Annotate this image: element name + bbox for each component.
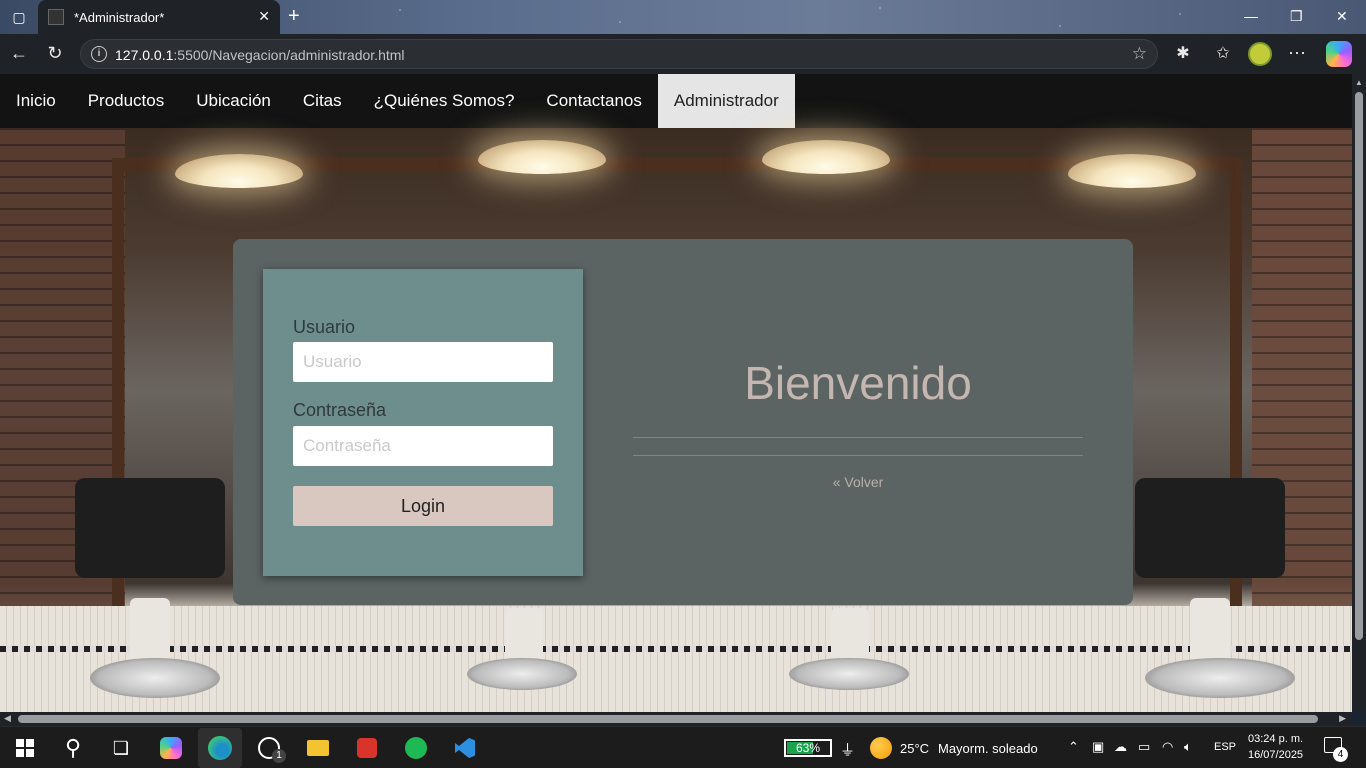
favorite-star-icon[interactable]: ☆ [1132, 44, 1147, 64]
restore-icon[interactable]: ❐ [1290, 8, 1303, 25]
username-input[interactable] [293, 342, 553, 382]
new-tab-icon[interactable]: + [288, 5, 300, 28]
vertical-scrollbar[interactable]: ▲ [1352, 74, 1366, 712]
page-viewport: Inicio Productos Ubicación Citas ¿Quiéne… [0, 74, 1352, 712]
nav-productos[interactable]: Productos [72, 74, 181, 128]
browser-tab-strip: ▢ *Administrador* ✕ + — ❐ ✕ [0, 0, 1366, 34]
nav-inicio[interactable]: Inicio [0, 74, 72, 128]
scroll-right-icon[interactable]: ▶ [1339, 713, 1346, 724]
back-link[interactable]: « Volver [633, 474, 1083, 490]
battery-indicator[interactable]: 63% [784, 739, 832, 757]
favorites-icon[interactable]: ✩ [1212, 43, 1234, 63]
refresh-icon[interactable]: ↻ [44, 43, 66, 64]
ceiling-lamp [175, 154, 303, 188]
windows-taskbar: ⚲ ❏ 1 63% ⏚ 25°C Mayorm. soleado ⌃ ▣ ☁ ▭… [0, 726, 1366, 768]
vscode-icon[interactable] [452, 735, 478, 761]
system-clock[interactable]: 03:24 p. m. 16/07/2025 [1248, 731, 1303, 763]
back-icon[interactable]: ← [8, 43, 30, 64]
ceiling-lamp [1068, 154, 1196, 188]
whatsapp-icon[interactable]: 1 [256, 735, 286, 763]
login-form-panel: Usuario Contraseña Login [263, 269, 583, 576]
tab-title: *Administrador* [74, 9, 165, 25]
login-card: Usuario Contraseña Login Bienvenido « Vo… [233, 239, 1133, 605]
weather-description[interactable]: Mayorm. soleado [938, 741, 1038, 756]
password-label: Contraseña [293, 400, 387, 420]
weather-sun-icon[interactable] [870, 737, 892, 759]
language-indicator[interactable]: ESP [1214, 741, 1236, 753]
browser-toolbar: ← ↻ i 127.0.0.1:5500/Navegacion/administ… [0, 34, 1366, 74]
horizontal-scroll-thumb[interactable] [18, 715, 1318, 723]
site-navigation: Inicio Productos Ubicación Citas ¿Quiéne… [0, 74, 1352, 128]
ceiling-lamp [762, 140, 890, 174]
copilot-taskbar-icon[interactable] [158, 735, 184, 761]
horizontal-scrollbar[interactable]: ◀ ▶ [0, 712, 1352, 726]
minimize-icon[interactable]: — [1244, 8, 1258, 24]
password-input[interactable] [293, 426, 553, 466]
nav-quienes-somos[interactable]: ¿Quiénes Somos? [358, 74, 531, 128]
nav-contactanos[interactable]: Contactanos [530, 74, 657, 128]
charging-plug-icon: ⏚ [840, 742, 856, 759]
floor-border [0, 646, 1352, 652]
search-icon[interactable]: ⚲ [60, 735, 86, 761]
close-window-icon[interactable]: ✕ [1336, 8, 1348, 25]
login-button[interactable]: Login [293, 486, 553, 526]
scroll-left-icon[interactable]: ◀ [4, 713, 11, 724]
task-view-icon[interactable]: ❏ [108, 735, 134, 761]
onedrive-cloud-icon[interactable]: ☁ [1114, 739, 1127, 755]
whatsapp-badge: 1 [272, 749, 286, 763]
nav-citas[interactable]: Citas [287, 74, 358, 128]
welcome-heading: Bienvenido [744, 357, 972, 409]
spotify-icon[interactable] [403, 735, 429, 761]
battery-tray-icon[interactable]: ▭ [1138, 739, 1150, 755]
tab-favicon-icon [48, 9, 64, 25]
address-bar[interactable]: i 127.0.0.1:5500/Navegacion/administrado… [80, 39, 1158, 69]
profile-avatar[interactable] [1248, 42, 1272, 66]
close-tab-icon[interactable]: ✕ [258, 8, 270, 25]
notification-count-badge: 4 [1333, 747, 1348, 762]
clock-date: 16/07/2025 [1248, 749, 1304, 761]
reader-app-icon[interactable] [354, 735, 380, 761]
temperature[interactable]: 25°C [900, 741, 929, 756]
url-text[interactable]: 127.0.0.1:5500/Navegacion/administrador.… [115, 47, 405, 63]
nav-ubicacion[interactable]: Ubicación [180, 74, 287, 128]
edge-browser-icon[interactable] [198, 728, 242, 768]
copilot-icon[interactable] [1326, 41, 1352, 67]
wifi-icon[interactable]: ◠ [1162, 739, 1173, 755]
tab-actions-icon[interactable]: ▢ [9, 8, 29, 26]
nav-administrador[interactable]: Administrador [657, 74, 795, 128]
browser-tab[interactable]: *Administrador* ✕ [38, 0, 280, 34]
username-label: Usuario [293, 317, 356, 337]
file-explorer-icon[interactable] [305, 735, 331, 761]
more-menu-icon[interactable]: ⋯ [1286, 43, 1308, 64]
vertical-scroll-thumb[interactable] [1355, 92, 1363, 640]
show-hidden-icons-icon[interactable]: ⌃ [1068, 739, 1079, 755]
extensions-icon[interactable]: ✱ [1172, 43, 1194, 63]
scroll-up-icon[interactable]: ▲ [1355, 78, 1363, 87]
windows-start-icon[interactable] [12, 735, 38, 761]
volume-icon[interactable]: 🔈︎ [1184, 739, 1192, 755]
meet-now-icon[interactable]: ▣ [1092, 739, 1104, 755]
clock-time: 03:24 p. m. [1248, 733, 1304, 745]
divider [633, 455, 1083, 456]
site-info-icon[interactable]: i [91, 46, 107, 62]
tiled-floor [0, 606, 1352, 712]
divider [633, 437, 1083, 438]
ceiling-lamp [478, 140, 606, 174]
